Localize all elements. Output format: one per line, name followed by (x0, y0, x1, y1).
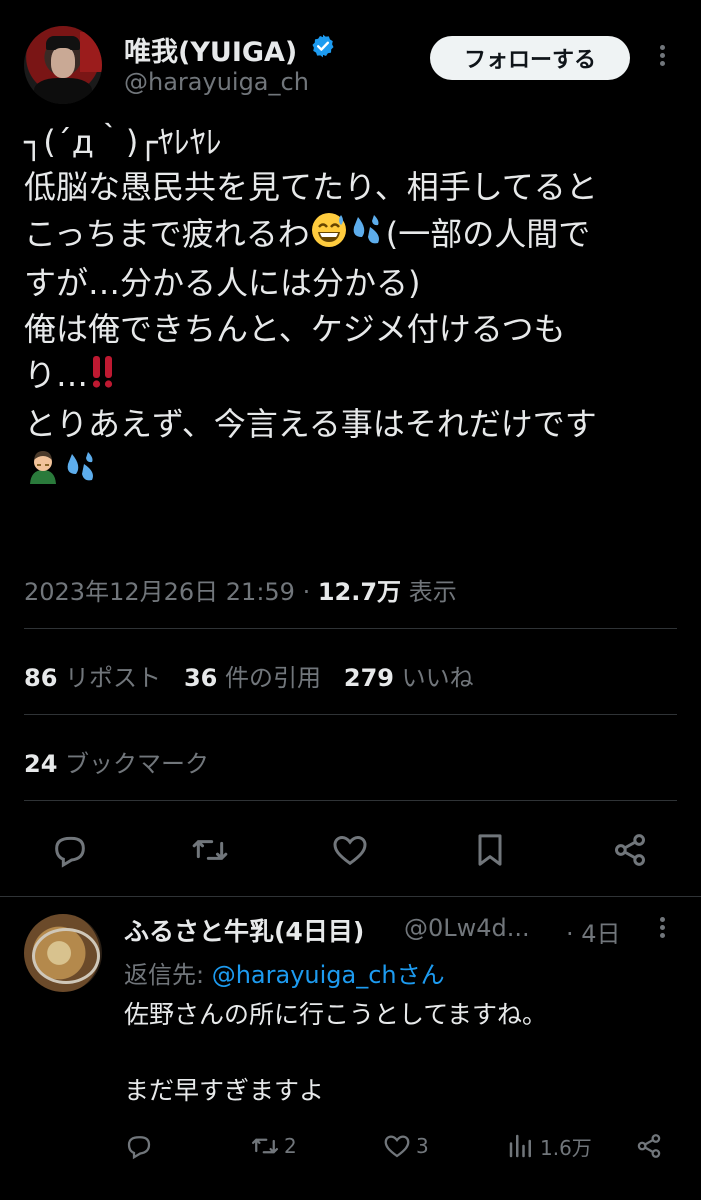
views-count: 12.7万 (317, 578, 402, 606)
person-bowing-emoji-icon (24, 448, 62, 498)
reply-icon (55, 836, 85, 868)
author-avatar[interactable] (24, 26, 102, 104)
tweet-text: ┐(´д｀)┌ﾔﾚﾔﾚ 低脳な愚民共を見てたり、相手してると こっちまで疲れるわ… (24, 120, 674, 498)
sweat-smile-emoji-icon (310, 211, 348, 261)
bookmark-icon (478, 834, 502, 866)
reply-share-button[interactable] (634, 1128, 668, 1164)
share-icon (615, 834, 645, 866)
retweet-icon (252, 1138, 278, 1154)
retweet-icon (192, 840, 228, 860)
reply-to-line: 返信先: @harayuiga_chさん (124, 961, 445, 989)
reply-icon (127, 1136, 151, 1160)
views-icon (509, 1134, 531, 1158)
verified-badge-icon (312, 34, 334, 58)
like-icon (384, 1135, 410, 1158)
tweet-timestamp[interactable]: 2023年12月26日 21:59 · 12.7万 表示 (24, 572, 457, 607)
reply-to-link[interactable]: @harayuiga_chさん (212, 961, 445, 989)
share-icon (637, 1134, 661, 1158)
reply-retweet-button[interactable]: 2 (250, 1128, 297, 1164)
reply-author-handle[interactable]: @0Lw4d... (404, 914, 530, 942)
reply-retweet-count: 2 (284, 1134, 297, 1158)
reply-text: 佐野さんの所に行こうとしてますね。 まだ早すぎますよ (124, 1000, 548, 1105)
double-exclamation-emoji-icon (88, 352, 118, 402)
sweat-droplets-emoji-icon (62, 448, 100, 498)
bookmark-button[interactable] (470, 830, 510, 870)
reply-like-button[interactable]: 3 (382, 1128, 429, 1164)
reply-author-avatar[interactable] (24, 914, 102, 992)
divider (24, 800, 677, 801)
author-handle[interactable]: @harayuiga_ch (124, 68, 309, 96)
reply-reply-button[interactable] (124, 1128, 158, 1164)
author-name[interactable]: 唯我(YUIGA) (124, 30, 297, 69)
like-button[interactable] (330, 830, 370, 870)
retweet-button[interactable] (190, 830, 230, 870)
reply-author-name[interactable]: ふるさと牛乳(4日目) (124, 912, 364, 948)
reply-views-button[interactable]: 1.6万 (506, 1128, 592, 1164)
more-icon[interactable] (652, 42, 672, 78)
more-icon[interactable] (652, 914, 672, 950)
reply-like-count: 3 (416, 1134, 429, 1158)
reply-time[interactable]: · 4日 (566, 914, 621, 949)
like-icon (333, 835, 367, 866)
reply-button[interactable] (50, 830, 90, 870)
share-button[interactable] (610, 830, 650, 870)
follow-button[interactable]: フォローする (430, 36, 630, 80)
divider (0, 896, 701, 897)
sweat-droplets-emoji-icon (348, 211, 386, 261)
reply-views-count: 1.6万 (540, 1135, 592, 1160)
divider (24, 628, 677, 629)
divider (24, 714, 677, 715)
engagement-stats[interactable]: 86 リポスト 36 件の引用 279 いいね (24, 658, 474, 693)
bookmark-stats[interactable]: 24 ブックマーク (24, 744, 209, 779)
